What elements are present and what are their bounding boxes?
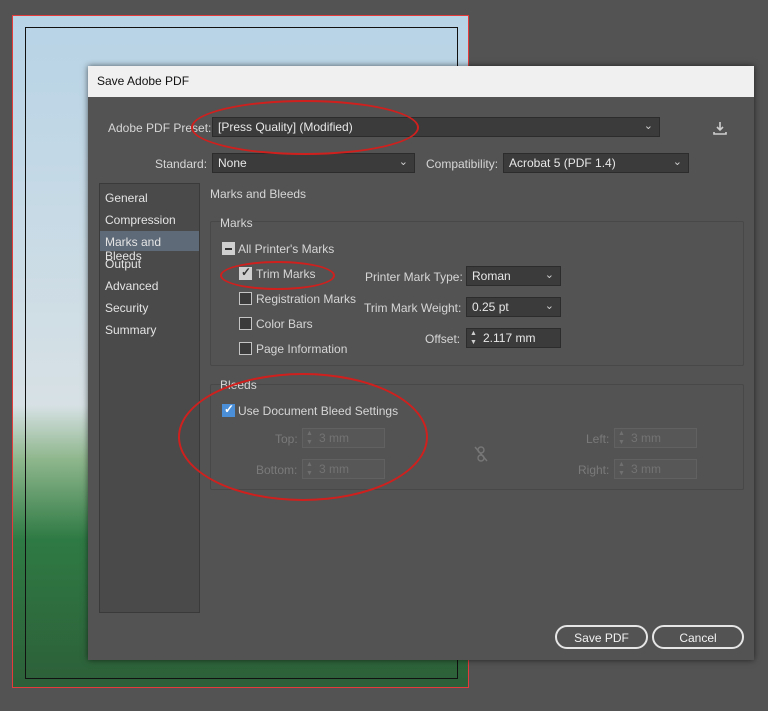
stepper-arrows-icon[interactable]: ▲ ▼: [470, 329, 479, 347]
compatibility-select[interactable]: Acrobat 5 (PDF 1.4) ⌄: [503, 153, 689, 173]
sidebar: General Compression Marks and Bleeds Out…: [99, 183, 200, 613]
offset-label: Offset:: [425, 332, 461, 346]
color-bars-label: Color Bars: [256, 317, 313, 331]
standard-label: Standard:: [155, 157, 208, 171]
sidebar-item-security[interactable]: Security: [100, 297, 199, 317]
unlink-icon[interactable]: [474, 446, 488, 465]
stepper-arrows-icon: ▲ ▼: [618, 461, 625, 477]
cancel-button[interactable]: Cancel: [652, 625, 744, 649]
sidebar-item-marks-and-bleeds[interactable]: Marks and Bleeds: [100, 231, 199, 263]
registration-marks-label: Registration Marks: [256, 292, 357, 306]
sidebar-item-advanced[interactable]: Advanced: [100, 275, 199, 295]
printer-mark-type-value: Roman: [472, 269, 511, 283]
bleed-left-stepper[interactable]: ▲ ▼ 3 mm: [614, 428, 697, 448]
chevron-down-icon: ⌄: [544, 300, 554, 312]
compatibility-value: Acrobat 5 (PDF 1.4): [509, 156, 616, 170]
save-pdf-button[interactable]: Save PDF: [555, 625, 648, 649]
all-printers-marks-label: All Printer's Marks: [238, 242, 335, 256]
bleed-right-label: Right:: [578, 463, 610, 477]
marks-title: Marks: [220, 216, 253, 230]
sidebar-item-compression[interactable]: Compression: [100, 209, 199, 229]
registration-marks-checkbox[interactable]: [239, 292, 252, 305]
bleed-right-stepper[interactable]: ▲ ▼ 3 mm: [614, 459, 697, 479]
annotation-ellipse: [220, 261, 335, 290]
standard-value: None: [218, 156, 247, 170]
sidebar-item-summary[interactable]: Summary: [100, 319, 199, 339]
printer-mark-type-select[interactable]: Roman ⌄: [466, 266, 561, 286]
chevron-down-icon: ⌄: [544, 269, 554, 281]
annotation-ellipse: [178, 373, 428, 501]
color-bars-checkbox[interactable]: [239, 317, 252, 330]
bleed-left-label: Left:: [586, 432, 610, 446]
trim-mark-weight-select[interactable]: 0.25 pt ⌄: [466, 297, 561, 317]
bleed-right-value: 3 mm: [631, 462, 661, 476]
standard-select[interactable]: None ⌄: [212, 153, 415, 173]
page-information-checkbox[interactable]: [239, 342, 252, 355]
all-printers-marks-checkbox[interactable]: [222, 242, 235, 255]
stepper-arrows-icon: ▲ ▼: [618, 430, 625, 446]
offset-stepper[interactable]: ▲ ▼ 2.117 mm: [466, 328, 561, 348]
offset-value: 2.117 mm: [483, 331, 536, 345]
chevron-down-icon: ⌄: [672, 156, 682, 168]
compatibility-label: Compatibility:: [426, 157, 499, 171]
annotation-ellipse: [191, 100, 419, 155]
page-information-label: Page Information: [256, 342, 348, 356]
bleed-left-value: 3 mm: [631, 431, 661, 445]
save-pdf-dialog: Save Adobe PDF Adobe PDF Preset: [Press …: [88, 66, 754, 660]
trim-mark-weight-label: Trim Mark Weight:: [364, 301, 462, 315]
download-icon[interactable]: [712, 120, 728, 139]
sidebar-item-output[interactable]: Output: [100, 253, 199, 273]
trim-mark-weight-value: 0.25 pt: [472, 300, 509, 314]
printer-mark-type-label: Printer Mark Type:: [365, 270, 463, 284]
chevron-down-icon: ⌄: [643, 120, 653, 132]
section-title: Marks and Bleeds: [210, 187, 307, 201]
chevron-down-icon: ⌄: [398, 156, 408, 168]
dialog-title: Save Adobe PDF: [88, 66, 754, 97]
sidebar-item-general[interactable]: General: [100, 187, 199, 207]
